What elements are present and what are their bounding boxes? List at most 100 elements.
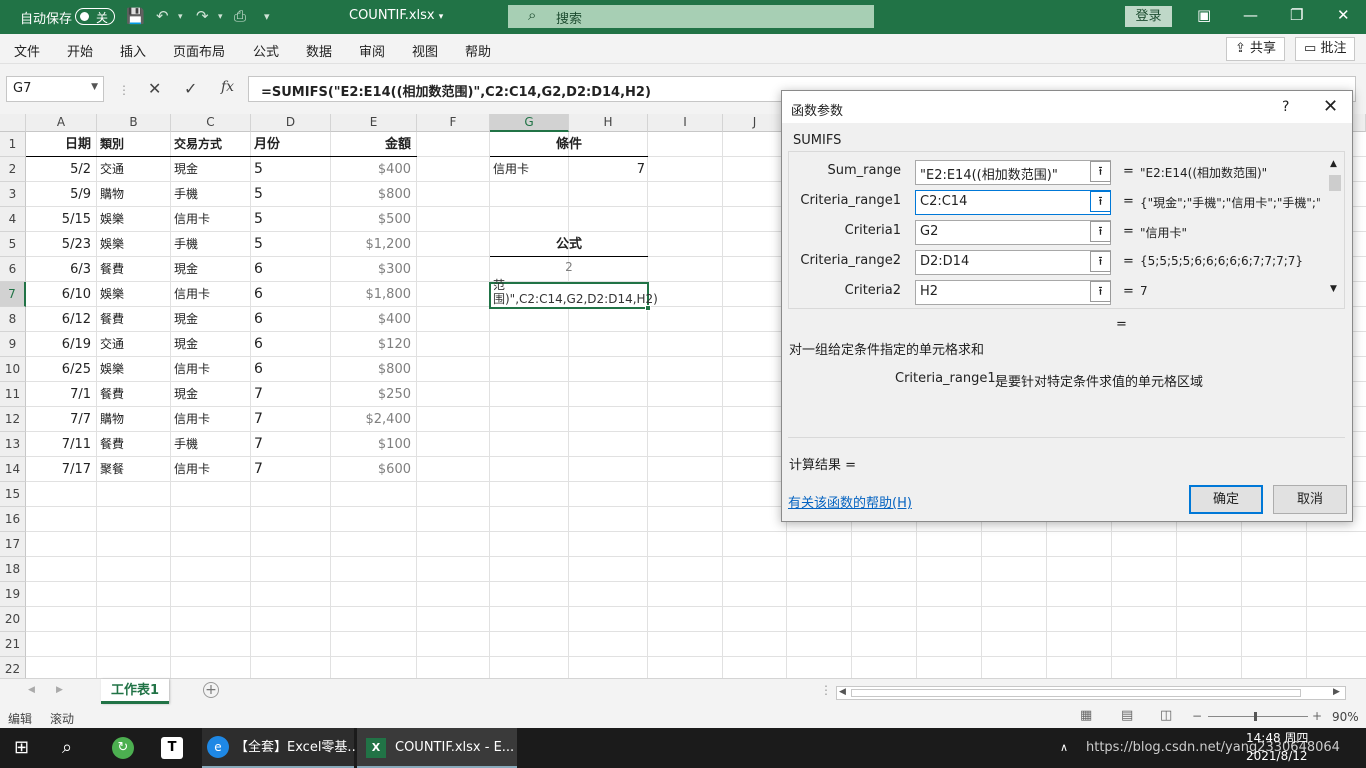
name-box[interactable]: G7 ▼ bbox=[6, 76, 104, 102]
cell-a6[interactable]: 6/3 bbox=[26, 257, 91, 282]
cell-d9[interactable]: 6 bbox=[254, 332, 328, 357]
fill-handle[interactable] bbox=[645, 305, 651, 311]
cell-b6[interactable]: 餐費 bbox=[100, 257, 168, 282]
cell-d11[interactable]: 7 bbox=[254, 382, 328, 407]
cancel-icon[interactable]: ✕ bbox=[148, 79, 161, 98]
cell-a12[interactable]: 7/7 bbox=[26, 407, 91, 432]
scroll-right-icon[interactable]: ▶ bbox=[1333, 687, 1340, 697]
page-break-icon[interactable]: ◫ bbox=[1160, 708, 1172, 723]
row-header[interactable]: 9 bbox=[0, 332, 26, 357]
row-header[interactable]: 16 bbox=[0, 507, 26, 532]
prev-sheet-icon[interactable]: ◀ bbox=[28, 685, 35, 695]
customize-qat-icon[interactable]: ▾ bbox=[264, 10, 270, 23]
cell-d8[interactable]: 6 bbox=[254, 307, 328, 332]
cell-a14[interactable]: 7/17 bbox=[26, 457, 91, 482]
quick-print-icon[interactable]: ⎙ bbox=[234, 7, 246, 25]
cell-b12[interactable]: 購物 bbox=[100, 407, 168, 432]
taskbar-app-excel[interactable]: X COUNTIF.xlsx - E... bbox=[357, 728, 517, 768]
cell-e8[interactable]: $400 bbox=[331, 307, 411, 332]
conditions-title[interactable]: 條件 bbox=[490, 132, 648, 157]
login-button[interactable]: 登录 bbox=[1125, 6, 1172, 27]
cell-a7[interactable]: 6/10 bbox=[26, 282, 91, 307]
share-button[interactable]: ⇪ 共享 bbox=[1226, 37, 1286, 61]
close-icon[interactable]: ✕ bbox=[1323, 96, 1338, 117]
cell-d10[interactable]: 6 bbox=[254, 357, 328, 382]
tab-home[interactable]: 开始 bbox=[67, 41, 93, 60]
cell-c13[interactable]: 手機 bbox=[174, 432, 248, 457]
cell-d12[interactable]: 7 bbox=[254, 407, 328, 432]
function-help-link[interactable]: 有关该函数的帮助(H) bbox=[788, 492, 912, 511]
column-header[interactable]: G bbox=[490, 114, 569, 132]
active-cell-g7[interactable]: 范围)",C2:C14,G2,D2:D14,H2) bbox=[489, 278, 658, 311]
cell-b10[interactable]: 娛樂 bbox=[100, 357, 168, 382]
arguments-scrollbar[interactable]: ▲ ▼ bbox=[1326, 159, 1344, 300]
cell-g2[interactable]: 信用卡 bbox=[493, 157, 529, 182]
arg-input[interactable]: "E2:E14((相加数范围)" bbox=[915, 160, 1111, 185]
row-header[interactable]: 12 bbox=[0, 407, 26, 432]
cell-c1[interactable]: 交易方式 bbox=[174, 132, 248, 157]
ribbon-display-icon[interactable]: ▣ bbox=[1197, 6, 1211, 24]
cell-d4[interactable]: 5 bbox=[254, 207, 328, 232]
cell-b13[interactable]: 餐費 bbox=[100, 432, 168, 457]
search-box[interactable]: ⌕ 搜索 bbox=[508, 5, 874, 28]
search-icon[interactable]: ⌕ bbox=[62, 728, 72, 768]
column-header[interactable]: C bbox=[171, 114, 251, 132]
row-header[interactable]: 3 bbox=[0, 182, 26, 207]
cell-c2[interactable]: 現金 bbox=[174, 157, 248, 182]
help-icon[interactable]: ? bbox=[1282, 99, 1289, 115]
tab-view[interactable]: 视图 bbox=[412, 41, 438, 60]
column-header[interactable]: J bbox=[723, 114, 787, 132]
add-sheet-icon[interactable]: + bbox=[203, 682, 219, 698]
row-header[interactable]: 15 bbox=[0, 482, 26, 507]
cell-a1[interactable]: 日期 bbox=[26, 132, 91, 157]
row-header[interactable]: 10 bbox=[0, 357, 26, 382]
cell-c5[interactable]: 手機 bbox=[174, 232, 248, 257]
clock-date[interactable]: 2021/8/12 bbox=[1246, 748, 1308, 764]
column-header[interactable]: E bbox=[331, 114, 417, 132]
zoom-slider[interactable] bbox=[1208, 716, 1308, 717]
tab-page-layout[interactable]: 页面布局 bbox=[173, 41, 225, 60]
cell-b8[interactable]: 餐費 bbox=[100, 307, 168, 332]
cell-e4[interactable]: $500 bbox=[331, 207, 411, 232]
row-header[interactable]: 7 bbox=[0, 282, 26, 307]
ok-button[interactable]: 确定 bbox=[1189, 485, 1263, 514]
scroll-up-icon[interactable]: ▲ bbox=[1330, 159, 1337, 169]
cell-e13[interactable]: $100 bbox=[331, 432, 411, 457]
cell-c10[interactable]: 信用卡 bbox=[174, 357, 248, 382]
tray-chevron-icon[interactable]: ∧ bbox=[1060, 728, 1068, 768]
zoom-out-icon[interactable]: − bbox=[1192, 709, 1202, 723]
tab-file[interactable]: 文件 bbox=[14, 41, 40, 60]
typora-icon[interactable]: T bbox=[161, 737, 183, 759]
cell-a8[interactable]: 6/12 bbox=[26, 307, 91, 332]
cell-c8[interactable]: 現金 bbox=[174, 307, 248, 332]
column-header[interactable]: D bbox=[251, 114, 331, 132]
cell-e9[interactable]: $120 bbox=[331, 332, 411, 357]
collapse-dialog-icon[interactable]: ⭱ bbox=[1090, 221, 1111, 242]
tab-data[interactable]: 数据 bbox=[306, 41, 332, 60]
cell-c14[interactable]: 信用卡 bbox=[174, 457, 248, 482]
cell-c12[interactable]: 信用卡 bbox=[174, 407, 248, 432]
row-header[interactable]: 4 bbox=[0, 207, 26, 232]
cell-c9[interactable]: 現金 bbox=[174, 332, 248, 357]
formula-title[interactable]: 公式 bbox=[490, 232, 648, 257]
cell-b5[interactable]: 娛樂 bbox=[100, 232, 168, 257]
cell-a3[interactable]: 5/9 bbox=[26, 182, 91, 207]
scroll-thumb[interactable] bbox=[1329, 175, 1341, 191]
enter-icon[interactable]: ✓ bbox=[184, 79, 197, 98]
redo-dropdown-icon[interactable]: ▾ bbox=[218, 12, 223, 22]
cell-a9[interactable]: 6/19 bbox=[26, 332, 91, 357]
zoom-level[interactable]: 90% bbox=[1332, 710, 1359, 724]
cell-d13[interactable]: 7 bbox=[254, 432, 328, 457]
arg-input[interactable]: G2 bbox=[915, 220, 1111, 245]
insert-function-icon[interactable]: fx bbox=[221, 79, 234, 95]
row-header[interactable]: 1 bbox=[0, 132, 26, 157]
sheet-tab[interactable]: 工作表1 bbox=[101, 679, 169, 704]
cell-c3[interactable]: 手機 bbox=[174, 182, 248, 207]
scroll-left-icon[interactable]: ◀ bbox=[839, 687, 846, 697]
cell-h2[interactable]: 7 bbox=[569, 157, 645, 182]
minimize-icon[interactable]: — bbox=[1243, 6, 1258, 24]
cell-c6[interactable]: 現金 bbox=[174, 257, 248, 282]
cell-e2[interactable]: $400 bbox=[331, 157, 411, 182]
cell-b14[interactable]: 聚餐 bbox=[100, 457, 168, 482]
row-header[interactable]: 18 bbox=[0, 557, 26, 582]
